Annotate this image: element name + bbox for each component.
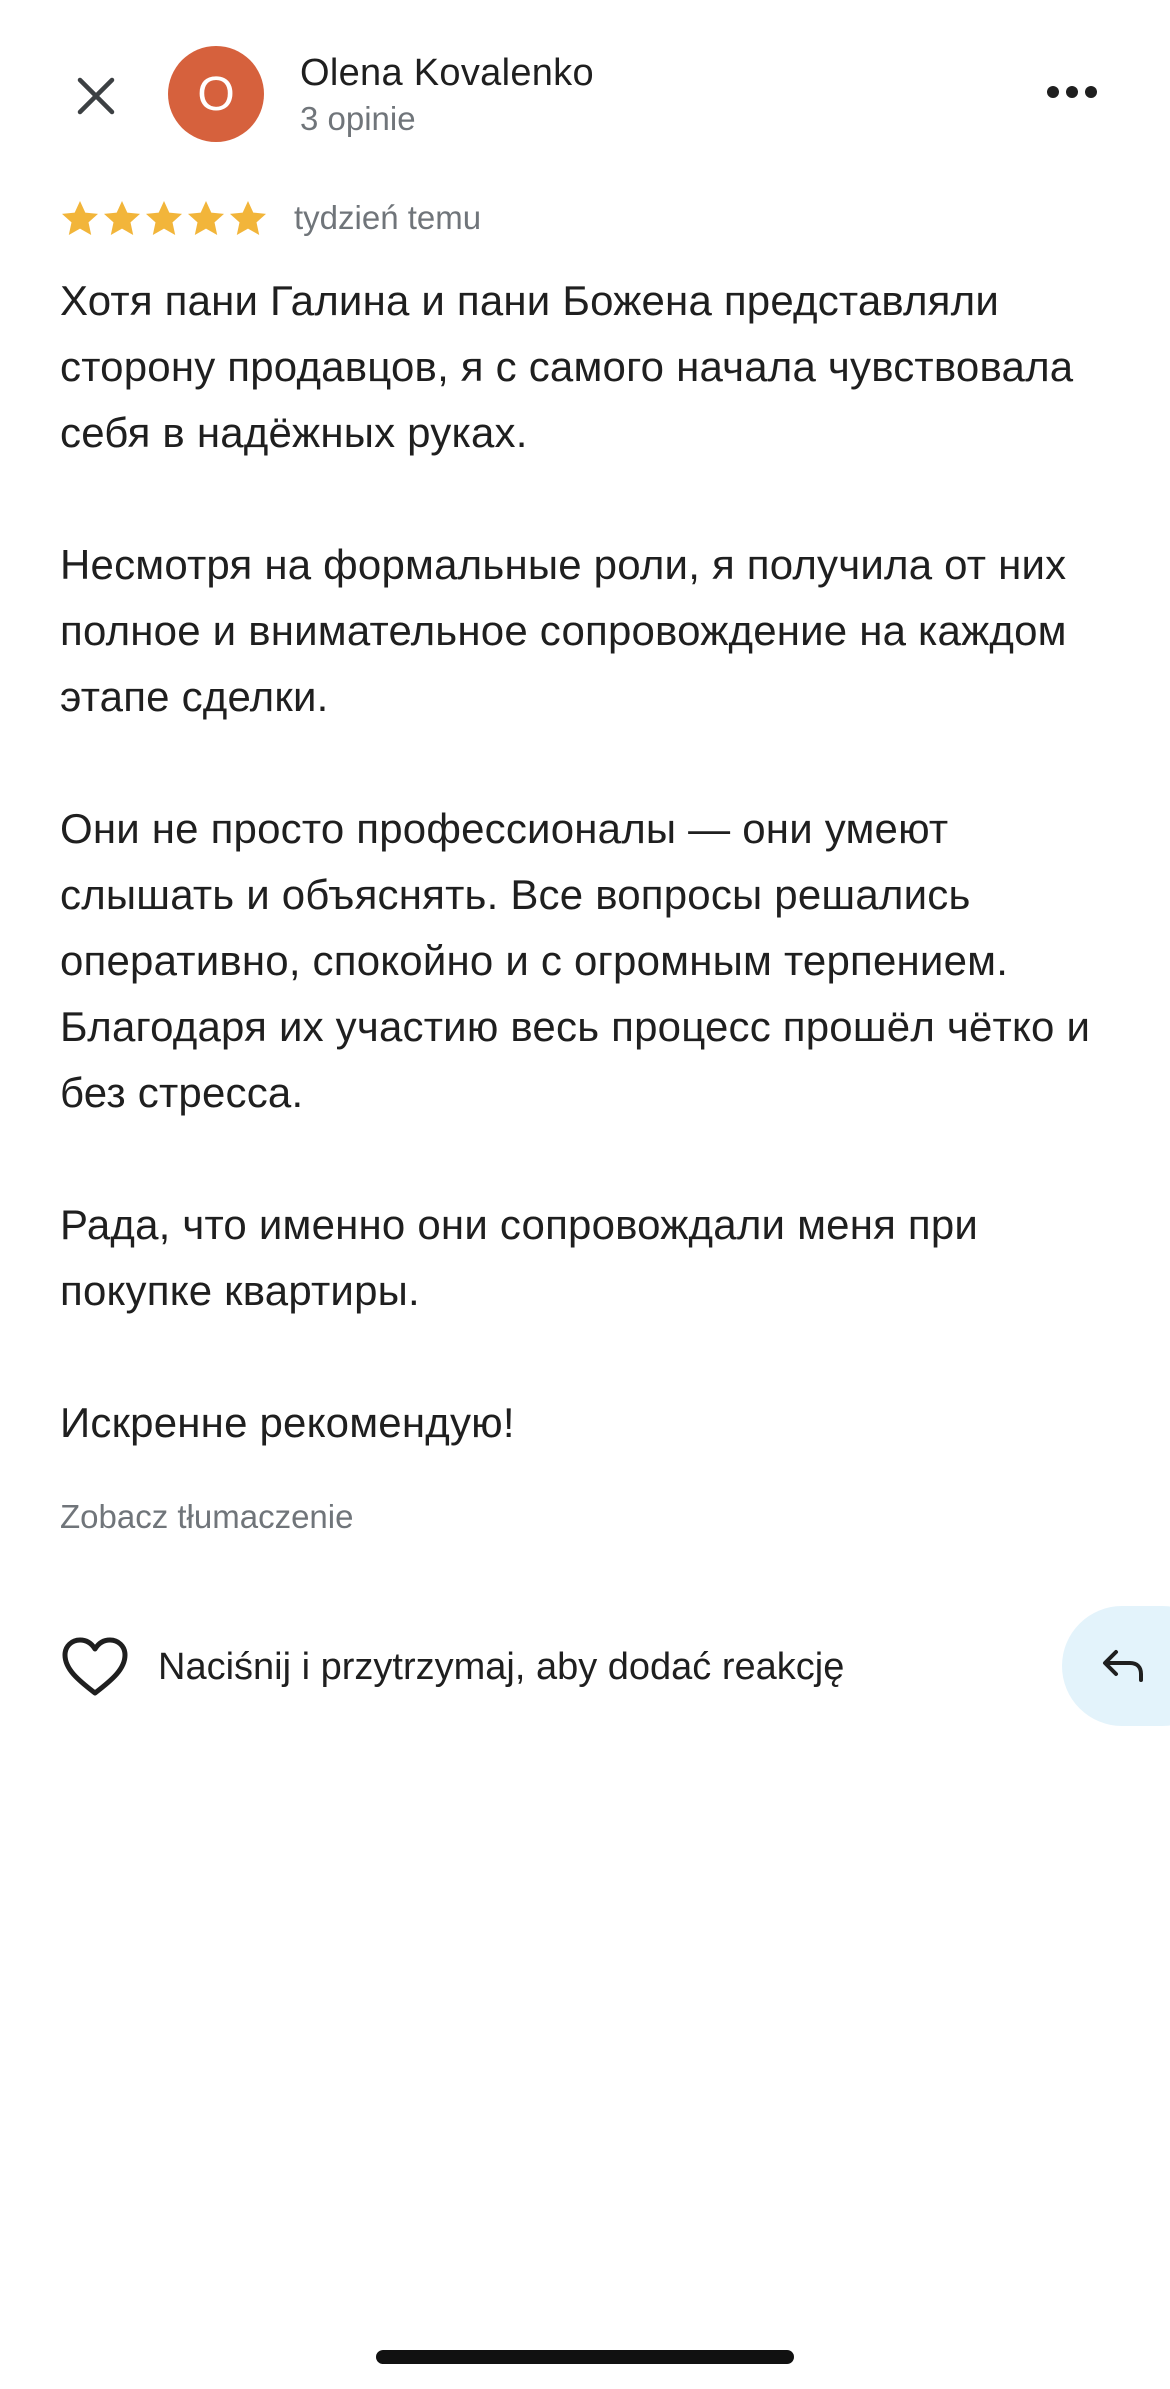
- more-horizontal-icon: [1047, 86, 1097, 98]
- star-filled-icon: [228, 199, 268, 237]
- review-paragraph: Искренне рекомендую!: [60, 1399, 515, 1446]
- see-translation-link[interactable]: Zobacz tłumaczenie: [60, 1496, 353, 1538]
- home-indicator: [376, 2350, 794, 2364]
- review-date: tydzień temu: [294, 199, 482, 236]
- add-reaction-button[interactable]: Naciśnij i przytrzymaj, aby dodać reakcj…: [60, 1632, 844, 1702]
- review-paragraph: Рада, что именно они сопровождали меня п…: [60, 1201, 979, 1314]
- avatar-letter: O: [197, 67, 235, 121]
- more-options-button[interactable]: [1040, 72, 1104, 112]
- star-filled-icon: [60, 199, 100, 237]
- avatar[interactable]: O: [168, 46, 264, 142]
- close-button[interactable]: [64, 64, 128, 128]
- rating-row: tydzień temu: [60, 194, 481, 242]
- star-filled-icon: [144, 199, 184, 237]
- reply-arrow-icon: [1103, 1650, 1143, 1682]
- star-filled-icon: [102, 199, 142, 237]
- review-paragraph: Они не просто профессионалы — они умеют …: [60, 805, 1091, 1116]
- reviewer-name[interactable]: Olena Kovalenko: [300, 50, 594, 96]
- reply-button[interactable]: [1062, 1606, 1170, 1726]
- review-paragraph: Несмотря на формальные роли, я получила …: [60, 541, 1067, 720]
- reviewer-review-count: 3 opinie: [300, 100, 416, 137]
- review-paragraph: Хотя пани Галина и пани Божена представл…: [60, 277, 1074, 456]
- heart-outline-icon: [62, 1637, 128, 1696]
- reaction-hint-label: Naciśnij i przytrzymaj, aby dodać reakcj…: [158, 1645, 845, 1688]
- close-icon: [77, 77, 115, 115]
- review-text: Хотя пани Галина и пани Божена представл…: [60, 268, 1120, 1522]
- star-rating: [60, 199, 268, 237]
- star-filled-icon: [186, 199, 226, 237]
